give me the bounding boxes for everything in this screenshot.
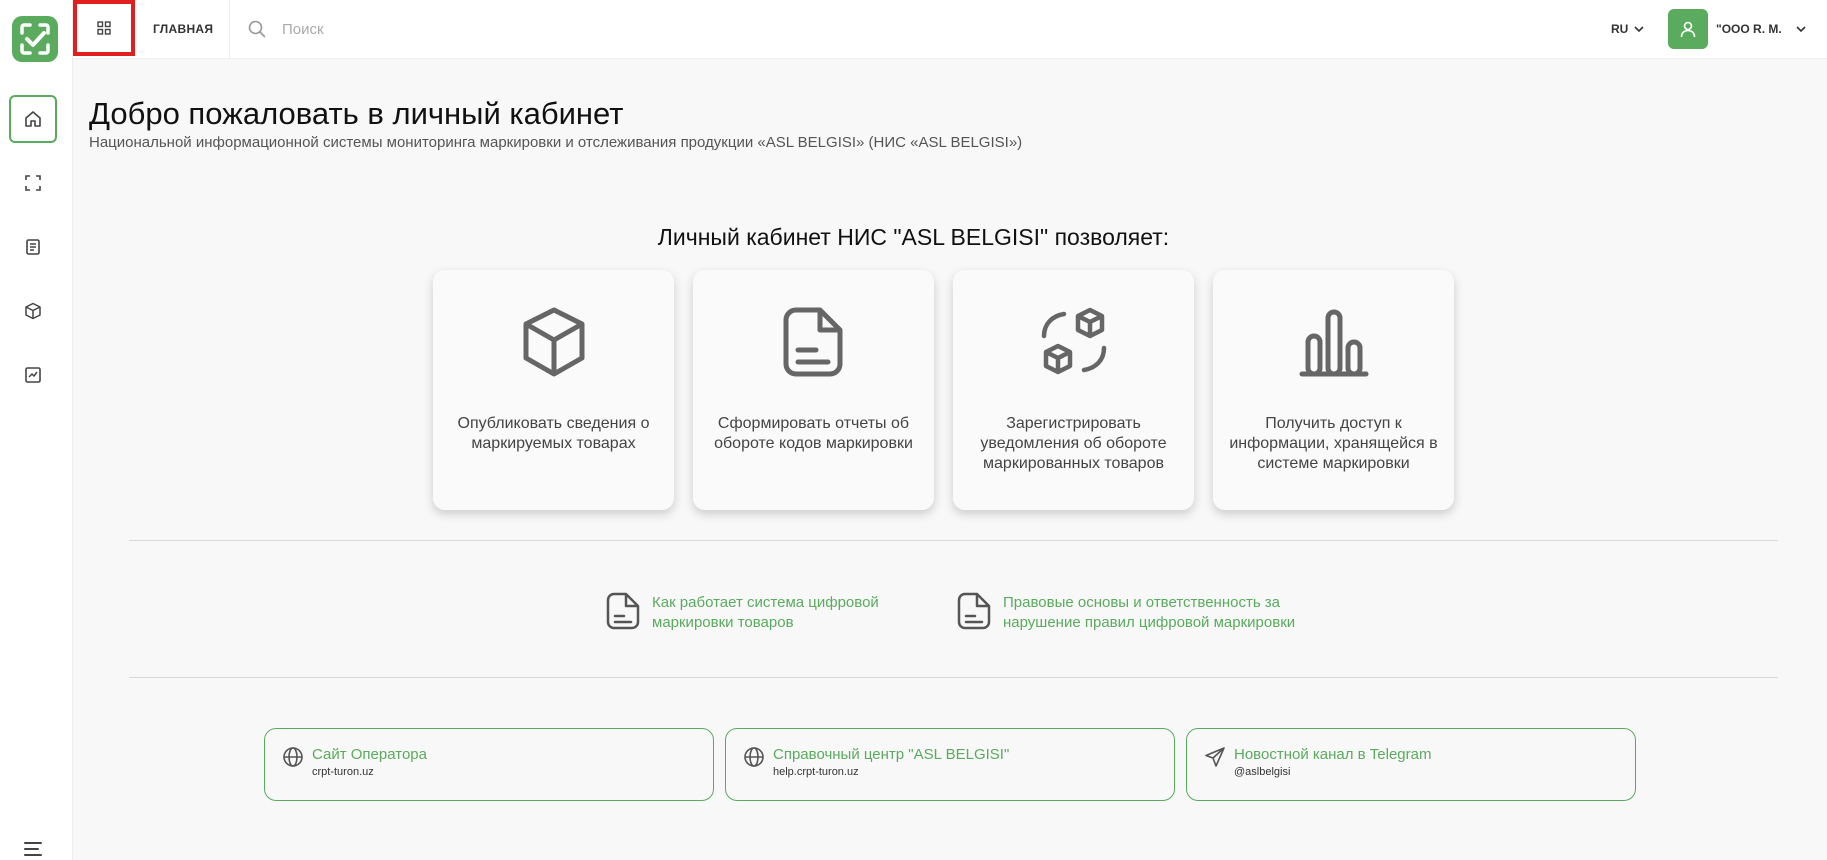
search-input[interactable] xyxy=(282,20,682,38)
telegram-channel-link[interactable]: Новостной канал в Telegram @aslbelgisi xyxy=(1186,728,1636,801)
user-name-label: "ООО R. M. xyxy=(1716,22,1782,36)
feature-card-access[interactable]: Получить доступ к информации, хранящейся… xyxy=(1213,270,1454,510)
user-menu[interactable]: "ООО R. M. xyxy=(1716,0,1806,58)
document-icon xyxy=(606,592,640,630)
help-center-link[interactable]: Справочный центр "ASL BELGISI" help.crpt… xyxy=(725,728,1175,801)
globe-icon xyxy=(283,747,303,767)
info-link-title: Новостной канал в Telegram xyxy=(1234,746,1432,763)
hamburger-icon xyxy=(24,842,42,856)
chart-icon xyxy=(25,367,41,383)
sidebar xyxy=(0,0,73,860)
sidebar-item-products[interactable] xyxy=(9,287,57,335)
doc-link-legal[interactable]: Правовые основы и ответственность за нар… xyxy=(957,592,1323,633)
chevron-down-icon xyxy=(1796,26,1806,32)
feature-card-reports[interactable]: Сформировать отчеты об обороте кодов мар… xyxy=(693,270,934,510)
grid-icon xyxy=(97,21,111,35)
sidebar-item-scan[interactable] xyxy=(9,159,57,207)
feature-card-text: Получить доступ к информации, хранящейся… xyxy=(1229,415,1438,472)
sidebar-item-analytics[interactable] xyxy=(9,351,57,399)
info-link-handle: @aslbelgisi xyxy=(1234,766,1291,778)
info-link-title: Сайт Оператора xyxy=(312,746,427,763)
divider xyxy=(129,540,1778,541)
top-header: ГЛАВНАЯ RU "ООО R. M. xyxy=(73,0,1827,59)
page-title: Добро пожаловать в личный кабинет xyxy=(89,96,624,131)
doc-link-text: Правовые основы и ответственность за нар… xyxy=(1003,594,1296,631)
operator-site-link[interactable]: Сайт Оператора crpt-turon.uz xyxy=(264,728,714,801)
bar-chart-icon xyxy=(1299,309,1368,377)
features-heading: Личный кабинет НИС "ASL BELGISI" позволя… xyxy=(657,224,1170,250)
exchange-icon xyxy=(1041,307,1106,375)
feature-card-text: Сформировать отчеты об обороте кодов мар… xyxy=(714,415,913,452)
scan-icon xyxy=(25,175,41,191)
sidebar-item-home[interactable] xyxy=(9,95,57,143)
page-subtitle: Национальной информационной системы мони… xyxy=(89,134,1023,151)
box-icon xyxy=(25,302,41,320)
info-links: Сайт Оператора crpt-turon.uz Справочный … xyxy=(264,728,1636,801)
globe-icon xyxy=(744,747,764,767)
doc-link-text: Как работает система цифровой маркировки… xyxy=(652,594,879,631)
apps-menu-button[interactable] xyxy=(73,0,135,56)
menu-toggle[interactable] xyxy=(22,840,44,858)
feature-card-text: Опубликовать сведения о маркируемых това… xyxy=(457,415,650,452)
feature-card-notifications[interactable]: Зарегистрировать уведомления об обороте … xyxy=(953,270,1194,510)
feature-card-text: Зарегистрировать уведомления об обороте … xyxy=(980,415,1167,472)
report-icon xyxy=(783,307,842,377)
divider xyxy=(129,677,1778,678)
language-label: RU xyxy=(1611,22,1629,36)
doc-link-how-it-works[interactable]: Как работает система цифровой маркировки… xyxy=(606,592,892,633)
info-link-url: crpt-turon.uz xyxy=(312,766,374,778)
feature-card-publish[interactable]: Опубликовать сведения о маркируемых това… xyxy=(433,270,674,510)
app-logo[interactable] xyxy=(12,16,58,62)
avatar[interactable] xyxy=(1668,9,1708,49)
document-icon xyxy=(957,592,991,630)
info-link-title: Справочный центр "ASL BELGISI" xyxy=(773,746,1010,763)
language-selector[interactable]: RU xyxy=(1611,0,1644,58)
search-bar xyxy=(248,14,748,44)
chevron-down-icon xyxy=(1634,26,1644,32)
feature-cards: Опубликовать сведения о маркируемых това… xyxy=(433,270,1454,510)
home-icon xyxy=(25,111,41,127)
search-icon xyxy=(248,20,266,38)
telegram-icon xyxy=(1205,747,1225,767)
box-icon xyxy=(523,307,584,377)
nav-home[interactable]: ГЛАВНАЯ xyxy=(153,0,231,58)
info-link-url: help.crpt-turon.uz xyxy=(773,766,859,778)
user-icon xyxy=(1680,21,1696,38)
